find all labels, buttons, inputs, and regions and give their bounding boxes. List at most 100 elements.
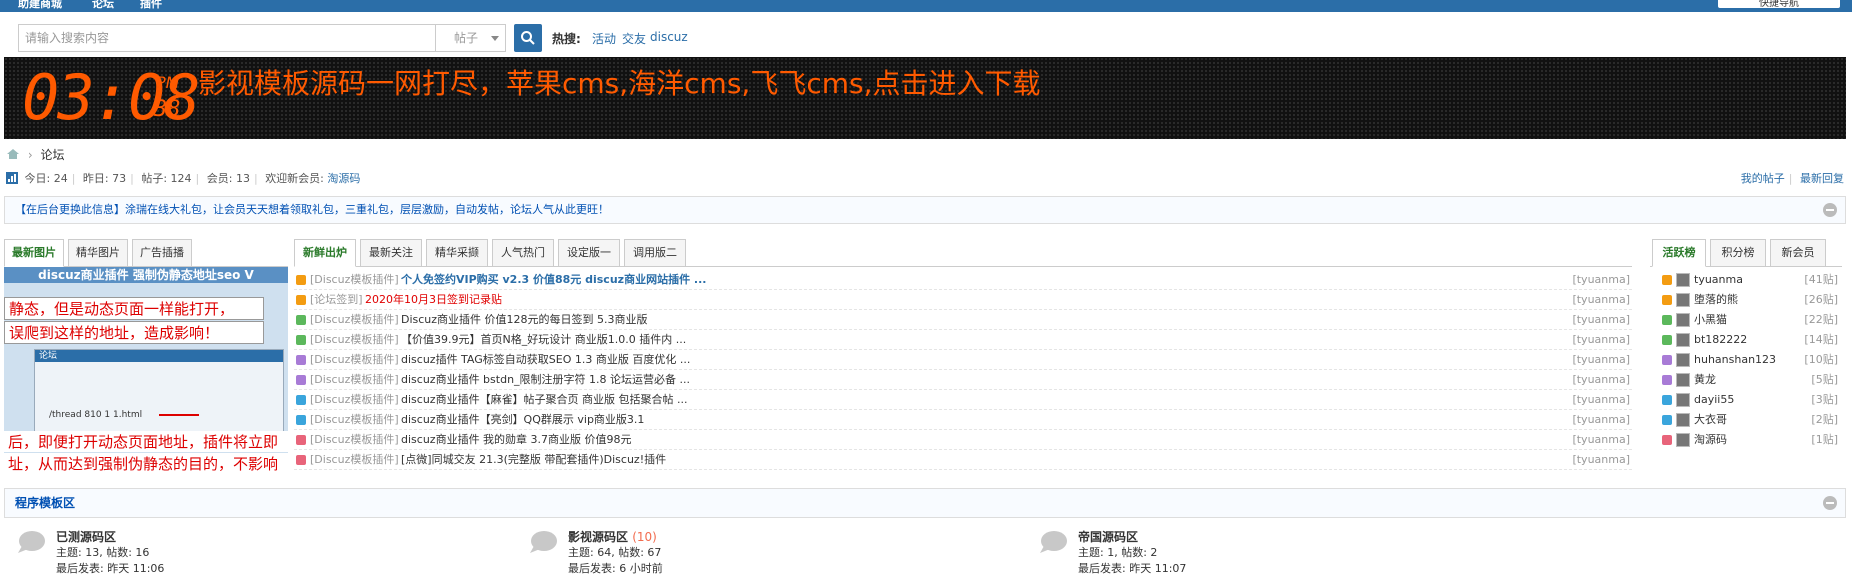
thread-author[interactable]: [tyuanma] (1572, 390, 1630, 410)
thread-row[interactable]: [Discuz模板插件] discuz插件 TAG标签自动获取SEO 1.3 商业… (294, 350, 1632, 370)
forum-name[interactable]: 已测源码区 (56, 530, 116, 544)
home-icon[interactable] (6, 148, 20, 160)
picture-slideshow[interactable]: discuz商业插件 强制伪静态地址seo V 静态，但是动态页面一样能打开， … (4, 267, 288, 472)
hot-search-link[interactable]: 交友 (622, 30, 646, 47)
tab-featured[interactable]: 精华采撷 (426, 239, 488, 267)
collapse-icon[interactable] (1823, 203, 1837, 217)
ranking-row[interactable]: 大衣哥 [2贴] (1660, 410, 1842, 430)
tab-points-rank[interactable]: 积分榜 (1710, 239, 1766, 267)
forum-last-post[interactable]: 最后发表: 6 小时前 (568, 560, 663, 576)
thread-title[interactable]: 个人免签约VIP购买 v2.3 价值88元 discuz商业网站插件 ... (401, 270, 706, 290)
tab-new-members[interactable]: 新会员 (1770, 239, 1826, 267)
ranking-username[interactable]: 大衣哥 (1694, 410, 1727, 430)
tab-active-rank[interactable]: 活跃榜 (1652, 239, 1706, 267)
thread-author[interactable]: [tyuanma] (1572, 370, 1630, 390)
avatar[interactable] (1676, 273, 1690, 287)
thread-title[interactable]: [点微]同城交友 21.3(完整版 带配套插件)Discuz!插件 (401, 450, 666, 470)
thread-category[interactable]: [Discuz模板插件] (310, 270, 399, 290)
ranking-row[interactable]: 堕落的熊 [26贴] (1660, 290, 1842, 310)
my-posts-link[interactable]: 我的帖子 (1741, 172, 1785, 185)
nav-item-forum[interactable]: 论坛 (92, 0, 114, 9)
forum-cell[interactable]: 帝国源码区 主题: 1, 帖数: 2 最后发表: 昨天 11:07 (1038, 528, 1438, 584)
search-type-select[interactable]: 帖子 (436, 24, 506, 52)
thread-category[interactable]: [Discuz模板插件] (310, 450, 399, 470)
thread-category[interactable]: [Discuz模板插件] (310, 430, 399, 450)
ranking-row[interactable]: 淘源码 [1贴] (1660, 430, 1842, 450)
thread-title[interactable]: Discuz商业插件 价值128元的每日签到 5.3商业版 (401, 310, 648, 330)
thread-category[interactable]: [Discuz模板插件] (310, 310, 399, 330)
thread-category[interactable]: [Discuz模板插件] (310, 390, 399, 410)
thread-title[interactable]: discuz商业插件 bstdn_限制注册字符 1.8 论坛运营必备 ... (401, 370, 690, 390)
ranking-username[interactable]: tyuanma (1694, 270, 1743, 290)
thread-author[interactable]: [tyuanma] (1572, 430, 1630, 450)
ranking-row[interactable]: huhanshan123 [10贴] (1660, 350, 1842, 370)
ranking-row[interactable]: dayii55 [3贴] (1660, 390, 1842, 410)
search-button[interactable] (514, 24, 542, 52)
ranking-username[interactable]: dayii55 (1694, 390, 1734, 410)
ranking-username[interactable]: 小黑猫 (1694, 310, 1727, 330)
thread-row[interactable]: [Discuz模板插件] discuz商业插件【亮剑】QQ群展示 vip商业版3.… (294, 410, 1632, 430)
thread-row[interactable]: [Discuz模板插件] 【价值39.9元】首页N格_好玩设计 商业版1.0.0 … (294, 330, 1632, 350)
ranking-username[interactable]: bt182222 (1694, 330, 1747, 350)
thread-title[interactable]: discuz商业插件 我的勋章 3.7商业版 价值98元 (401, 430, 632, 450)
thread-author[interactable]: [tyuanma] (1572, 350, 1630, 370)
tab-custom-2[interactable]: 调用版二 (624, 239, 686, 267)
nav-item-plugins[interactable]: 插件 (140, 0, 162, 9)
ranking-row[interactable]: tyuanma [41贴] (1660, 270, 1842, 290)
ranking-row[interactable]: 小黑猫 [22贴] (1660, 310, 1842, 330)
tab-featured-pictures[interactable]: 精华图片 (68, 239, 128, 267)
thread-author[interactable]: [tyuanma] (1572, 290, 1630, 310)
led-banner[interactable]: 03:08 PM 38 影视模板源码一网打尽，苹果cms,海洋cms,飞飞cms… (4, 57, 1846, 139)
thread-author[interactable]: [tyuanma] (1572, 330, 1630, 350)
thread-row[interactable]: [Discuz模板插件] discuz商业插件【麻雀】帖子聚合页 商业版 包括聚合… (294, 390, 1632, 410)
thread-row[interactable]: [Discuz模板插件] Discuz商业插件 价值128元的每日签到 5.3商业… (294, 310, 1632, 330)
avatar[interactable] (1676, 313, 1690, 327)
forum-last-post[interactable]: 最后发表: 昨天 11:07 (1078, 560, 1186, 576)
thread-author[interactable]: [tyuanma] (1572, 450, 1630, 470)
avatar[interactable] (1676, 393, 1690, 407)
breadcrumb-current[interactable]: 论坛 (40, 148, 64, 162)
ranking-username[interactable]: 堕落的熊 (1694, 290, 1738, 310)
avatar[interactable] (1676, 373, 1690, 387)
ranking-username[interactable]: 黄龙 (1694, 370, 1716, 390)
hot-search-link[interactable]: 活动 (592, 30, 616, 47)
avatar[interactable] (1676, 333, 1690, 347)
thread-category[interactable]: [Discuz模板插件] (310, 370, 399, 390)
thread-title[interactable]: 【价值39.9元】首页N格_好玩设计 商业版1.0.0 插件内 ... (401, 330, 686, 350)
thread-category[interactable]: [Discuz模板插件] (310, 410, 399, 430)
thread-title[interactable]: discuz商业插件【亮剑】QQ群展示 vip商业版3.1 (401, 410, 644, 430)
tab-latest-follow[interactable]: 最新关注 (360, 239, 422, 267)
thread-author[interactable]: [tyuanma] (1572, 410, 1630, 430)
forum-name[interactable]: 帝国源码区 (1078, 530, 1138, 544)
thread-category[interactable]: [Discuz模板插件] (310, 350, 399, 370)
search-input[interactable]: 请输入搜索内容 (18, 24, 436, 52)
ranking-username[interactable]: huhanshan123 (1694, 350, 1776, 370)
collapse-icon[interactable] (1823, 496, 1837, 510)
forum-name[interactable]: 影视源码区 (568, 530, 628, 544)
thread-title[interactable]: discuz商业插件【麻雀】帖子聚合页 商业版 包括聚合帖 ... (401, 390, 688, 410)
ranking-row[interactable]: 黄龙 [5贴] (1660, 370, 1842, 390)
tab-ads[interactable]: 广告插播 (132, 239, 192, 267)
avatar[interactable] (1676, 433, 1690, 447)
thread-category[interactable]: [Discuz模板插件] (310, 330, 399, 350)
avatar[interactable] (1676, 353, 1690, 367)
forum-last-post[interactable]: 最后发表: 昨天 11:06 (56, 560, 164, 576)
latest-replies-link[interactable]: 最新回复 (1800, 172, 1844, 185)
nav-item-mall[interactable]: 助建商城 (18, 0, 62, 9)
forum-cell[interactable]: 已测源码区 主题: 13, 帖数: 16 最后发表: 昨天 11:06 (16, 528, 416, 584)
thread-row[interactable]: [Discuz模板插件] discuz商业插件 我的勋章 3.7商业版 价值98元… (294, 430, 1632, 450)
thread-row[interactable]: [Discuz模板插件] 个人免签约VIP购买 v2.3 价值88元 discuz… (294, 270, 1632, 290)
forum-cell[interactable]: 影视源码区 (10) 主题: 64, 帖数: 67 最后发表: 6 小时前 (528, 528, 928, 584)
hot-search-link[interactable]: discuz (650, 30, 688, 44)
avatar[interactable] (1676, 413, 1690, 427)
thread-author[interactable]: [tyuanma] (1572, 270, 1630, 290)
thread-row[interactable]: [Discuz模板插件] [点微]同城交友 21.3(完整版 带配套插件)Disc… (294, 450, 1632, 470)
tab-newest[interactable]: 新鲜出炉 (294, 239, 356, 267)
section-title[interactable]: 程序模板区 (15, 496, 75, 510)
ranking-username[interactable]: 淘源码 (1694, 430, 1727, 450)
thread-author[interactable]: [tyuanma] (1572, 310, 1630, 330)
ranking-row[interactable]: bt182222 [14贴] (1660, 330, 1842, 350)
new-member-link[interactable]: 淘源码 (327, 172, 360, 185)
thread-title[interactable]: discuz插件 TAG标签自动获取SEO 1.3 商业版 百度优化 ... (401, 350, 690, 370)
thread-row[interactable]: [论坛签到] 2020年10月3日签到记录贴 [tyuanma] (294, 290, 1632, 310)
